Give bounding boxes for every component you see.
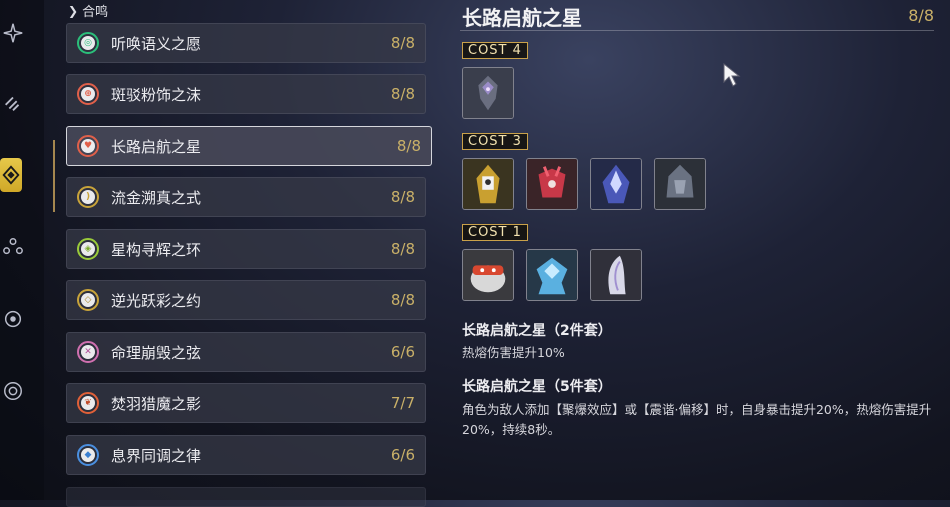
- set-icon: ❦: [77, 392, 99, 414]
- set-name: 逆光跃彩之约: [111, 291, 202, 310]
- echo-card[interactable]: [526, 249, 578, 301]
- bonus-2-description: 热熔伤害提升10%: [462, 345, 565, 360]
- set-icon: ◇: [77, 289, 99, 311]
- set-name: 命理崩毁之弦: [111, 343, 202, 362]
- echo-card[interactable]: [526, 158, 578, 210]
- set-name: 长路启航之星: [111, 137, 202, 156]
- set-count: 8/8: [390, 291, 415, 309]
- set-count: 6/6: [390, 343, 415, 361]
- set-item[interactable]: ⊕ 斑驳粉饰之沫 8/8: [66, 74, 426, 114]
- set-icon: ⊕: [77, 83, 99, 105]
- set-name: 斑驳粉饰之沫: [111, 85, 202, 104]
- rail-divider: [53, 140, 55, 212]
- set-item[interactable]: ◈ 星构寻辉之环 8/8: [66, 229, 426, 269]
- set-name: 息界同调之律: [111, 446, 202, 465]
- team-icon[interactable]: [0, 230, 26, 264]
- set-icon: ◎: [77, 32, 99, 54]
- echo-card[interactable]: [590, 249, 642, 301]
- side-nav-rail: [0, 0, 44, 500]
- target-icon[interactable]: [0, 302, 26, 336]
- resonator-icon[interactable]: [0, 16, 26, 50]
- set-item[interactable]: ◇ 逆光跃彩之约 8/8: [66, 280, 426, 320]
- set-count: 6/6: [390, 446, 415, 464]
- set-count: 8/8: [390, 188, 415, 206]
- set-item[interactable]: ❦ 焚羽猎魔之影 7/7: [66, 383, 426, 423]
- detail-title: 长路启航之星: [462, 6, 582, 30]
- set-icon: ♥: [77, 135, 99, 157]
- set-count: 8/8: [396, 137, 421, 155]
- bonus-2-title: 长路启航之星（2件套）: [462, 323, 612, 339]
- set-icon: ◈: [77, 238, 99, 260]
- set-count: 8/8: [390, 85, 415, 103]
- set-item[interactable]: ) 流金溯真之式 8/8: [66, 177, 426, 217]
- set-icon: ): [77, 186, 99, 208]
- set-name: 焚羽猎魔之影: [111, 394, 202, 413]
- bonus-5-title: 长路启航之星（5件套）: [462, 379, 612, 395]
- set-name: 流金溯真之式: [111, 188, 202, 207]
- echo-icon[interactable]: [0, 158, 22, 192]
- set-count: 8/8: [390, 240, 415, 258]
- weapon-icon[interactable]: [0, 86, 26, 120]
- section-header-label: 合鸣: [82, 5, 109, 20]
- detail-divider: [460, 30, 934, 31]
- echo-card[interactable]: [462, 158, 514, 210]
- section-header[interactable]: ❯ 合鸣: [68, 1, 109, 21]
- chevron-right-icon: ❯: [68, 3, 79, 18]
- bonus-5-description: 角色为敌人添加【聚爆效应】或【震谐·偏移】时，自身暴击提升20%，热熔伤害提升2…: [462, 402, 932, 437]
- echo-card[interactable]: [462, 67, 514, 119]
- set-icon: ✕: [77, 341, 99, 363]
- cost-1-badge: COST 1: [462, 224, 528, 241]
- set-count: 7/7: [390, 394, 415, 412]
- set-item-selected[interactable]: ♥ 长路启航之星 8/8: [66, 126, 432, 166]
- gear-wheel-icon[interactable]: [0, 374, 26, 408]
- set-item[interactable]: ◆ 息界同调之律 6/6: [66, 435, 426, 475]
- set-item-partial[interactable]: [66, 487, 426, 507]
- set-item[interactable]: ✕ 命理崩毁之弦 6/6: [66, 332, 426, 372]
- set-icon: ◆: [77, 444, 99, 466]
- echo-card[interactable]: [462, 249, 514, 301]
- detail-count: 8/8: [908, 6, 934, 25]
- cost-3-badge: COST 3: [462, 133, 528, 150]
- set-name: 星构寻辉之环: [111, 240, 202, 259]
- set-item[interactable]: ◎ 听唤语义之愿 8/8: [66, 23, 426, 63]
- echo-card[interactable]: [654, 158, 706, 210]
- mouse-cursor-icon: [723, 62, 741, 87]
- echo-card[interactable]: [590, 158, 642, 210]
- set-name: 听唤语义之愿: [111, 34, 202, 53]
- set-count: 8/8: [390, 34, 415, 52]
- cost-4-badge: COST 4: [462, 42, 528, 59]
